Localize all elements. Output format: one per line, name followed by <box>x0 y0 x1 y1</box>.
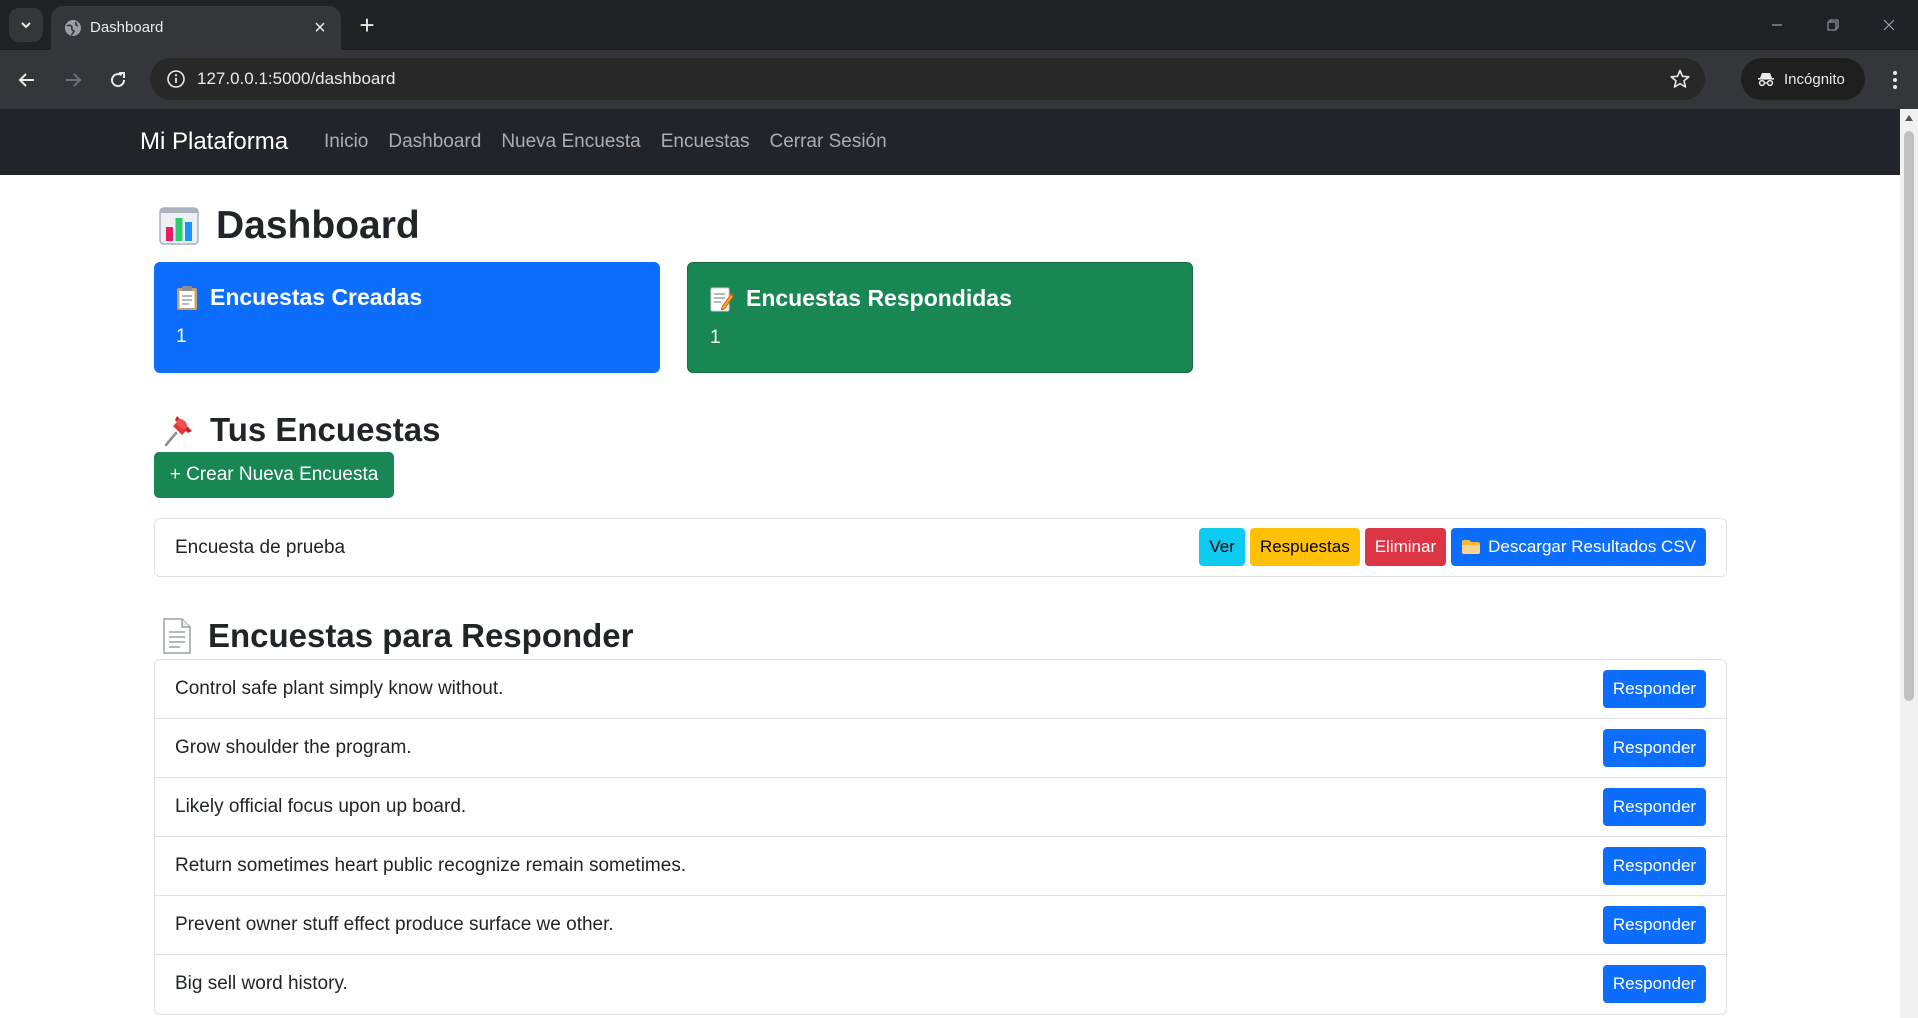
list-item: Grow shoulder the program. Responder <box>155 719 1726 778</box>
page-viewport: Mi Plataforma Inicio Dashboard Nueva Enc… <box>0 109 1900 1018</box>
restore-button[interactable] <box>1810 8 1856 42</box>
page-scrollbar[interactable] <box>1900 109 1918 1018</box>
stat-card-created: Encuestas Creadas 1 <box>154 262 660 373</box>
browser-toolbar: 127.0.0.1:5000/dashboard Incógnito <box>0 50 1918 109</box>
chevron-down-icon <box>21 22 31 29</box>
memo-icon <box>710 287 734 311</box>
navbar-brand[interactable]: Mi Plataforma <box>140 128 288 156</box>
survey-title: Return sometimes heart public recognize … <box>175 855 687 876</box>
view-button[interactable]: Ver <box>1199 528 1245 566</box>
stat-created-value: 1 <box>176 326 187 347</box>
reload-icon <box>111 72 126 88</box>
incognito-indicator[interactable]: Incógnito <box>1741 58 1865 100</box>
reload-button[interactable] <box>101 63 135 97</box>
own-survey-list: Encuesta de prueba Ver Respuestas Elimin… <box>154 518 1727 577</box>
close-window-button[interactable] <box>1866 8 1912 42</box>
own-survey-actions: Ver Respuestas Eliminar Descargar Result… <box>1199 528 1706 566</box>
arrow-left-icon <box>18 73 34 87</box>
own-surveys-heading: Tus Encuestas <box>160 411 440 449</box>
survey-title: Prevent owner stuff effect produce surfa… <box>175 914 614 935</box>
forward-button[interactable] <box>56 63 90 97</box>
nav-link-inicio[interactable]: Inicio <box>324 131 368 153</box>
survey-title: Big sell word history. <box>175 973 348 994</box>
answer-button[interactable]: Responder <box>1603 906 1706 944</box>
to-answer-heading-text: Encuestas para Responder <box>208 617 634 654</box>
tab-search-button[interactable] <box>9 8 43 42</box>
clipboard-icon <box>177 285 197 310</box>
answer-button[interactable]: Responder <box>1603 847 1706 885</box>
page-title: Dashboard <box>158 204 420 248</box>
download-csv-button[interactable]: Descargar Resultados CSV <box>1451 528 1706 566</box>
nav-link-nueva-encuesta[interactable]: Nueva Encuesta <box>501 131 640 153</box>
list-item: Control safe plant simply know without. … <box>155 660 1726 719</box>
create-survey-button[interactable]: + Crear Nueva Encuesta <box>154 452 394 498</box>
browser-tab-strip: Dashboard × + <box>0 0 1918 50</box>
stat-card-answered: Encuestas Respondidas 1 <box>687 262 1193 373</box>
minimize-icon <box>1772 24 1782 26</box>
folder-icon <box>1462 540 1481 554</box>
scroll-up-arrow-icon[interactable] <box>1905 115 1913 121</box>
scrollbar-thumb[interactable] <box>1904 131 1914 701</box>
incognito-icon <box>1758 73 1774 87</box>
survey-title: Control safe plant simply know without. <box>175 678 504 699</box>
star-icon[interactable] <box>1669 68 1691 90</box>
arrow-right-icon <box>66 73 82 87</box>
pushpin-icon <box>164 416 192 447</box>
site-navbar: Mi Plataforma Inicio Dashboard Nueva Enc… <box>0 109 1900 175</box>
info-icon[interactable] <box>166 69 186 89</box>
stat-answered-value: 1 <box>710 327 721 348</box>
nav-link-dashboard[interactable]: Dashboard <box>388 131 481 153</box>
answer-button[interactable]: Responder <box>1603 965 1706 1003</box>
back-button[interactable] <box>10 63 44 97</box>
minimize-button[interactable] <box>1754 8 1800 42</box>
tab-title: Dashboard <box>90 19 164 36</box>
own-survey-title: Encuesta de prueba <box>175 537 346 558</box>
address-bar[interactable]: 127.0.0.1:5000/dashboard <box>150 58 1705 100</box>
to-answer-list: Control safe plant simply know without. … <box>154 659 1727 1015</box>
address-url[interactable]: 127.0.0.1:5000/dashboard <box>197 69 396 89</box>
close-icon <box>1883 19 1895 31</box>
answer-button[interactable]: Responder <box>1603 670 1706 708</box>
new-tab-button[interactable]: + <box>352 10 382 40</box>
stat-card-created-title: Encuestas Creadas <box>176 284 422 311</box>
to-answer-heading: Encuestas para Responder <box>160 617 634 655</box>
page-title-text: Dashboard <box>216 204 420 247</box>
list-item: Big sell word history. Responder <box>155 955 1726 1014</box>
more-vertical-icon <box>1893 71 1897 89</box>
bar-chart-icon <box>159 207 199 245</box>
close-tab-icon[interactable]: × <box>309 17 331 39</box>
list-item: Return sometimes heart public recognize … <box>155 837 1726 896</box>
survey-title: Likely official focus upon up board. <box>175 796 467 817</box>
own-surveys-heading-text: Tus Encuestas <box>210 411 441 448</box>
nav-link-cerrar-sesion[interactable]: Cerrar Sesión <box>769 131 886 153</box>
nav-link-encuestas[interactable]: Encuestas <box>661 131 750 153</box>
restore-icon <box>1827 19 1839 31</box>
browser-tab[interactable]: Dashboard × <box>51 6 341 50</box>
stat-created-label: Encuestas Creadas <box>210 284 423 310</box>
answer-button[interactable]: Responder <box>1603 788 1706 826</box>
globe-icon <box>65 20 81 36</box>
responses-button[interactable]: Respuestas <box>1249 528 1360 566</box>
stat-answered-label: Encuestas Respondidas <box>746 285 1012 311</box>
incognito-label: Incógnito <box>1784 70 1845 88</box>
answer-button[interactable]: Responder <box>1603 729 1706 767</box>
navbar-links: Inicio Dashboard Nueva Encuesta Encuesta… <box>324 131 887 153</box>
page-icon <box>163 618 191 654</box>
list-item: Likely official focus upon up board. Res… <box>155 778 1726 837</box>
stat-card-answered-title: Encuestas Respondidas <box>710 285 1012 312</box>
browser-menu-button[interactable] <box>1880 63 1910 97</box>
list-item: Prevent owner stuff effect produce surfa… <box>155 896 1726 955</box>
survey-title: Grow shoulder the program. <box>175 737 412 758</box>
delete-button[interactable]: Eliminar <box>1364 528 1447 566</box>
download-csv-label: Descargar Resultados CSV <box>1488 537 1696 556</box>
